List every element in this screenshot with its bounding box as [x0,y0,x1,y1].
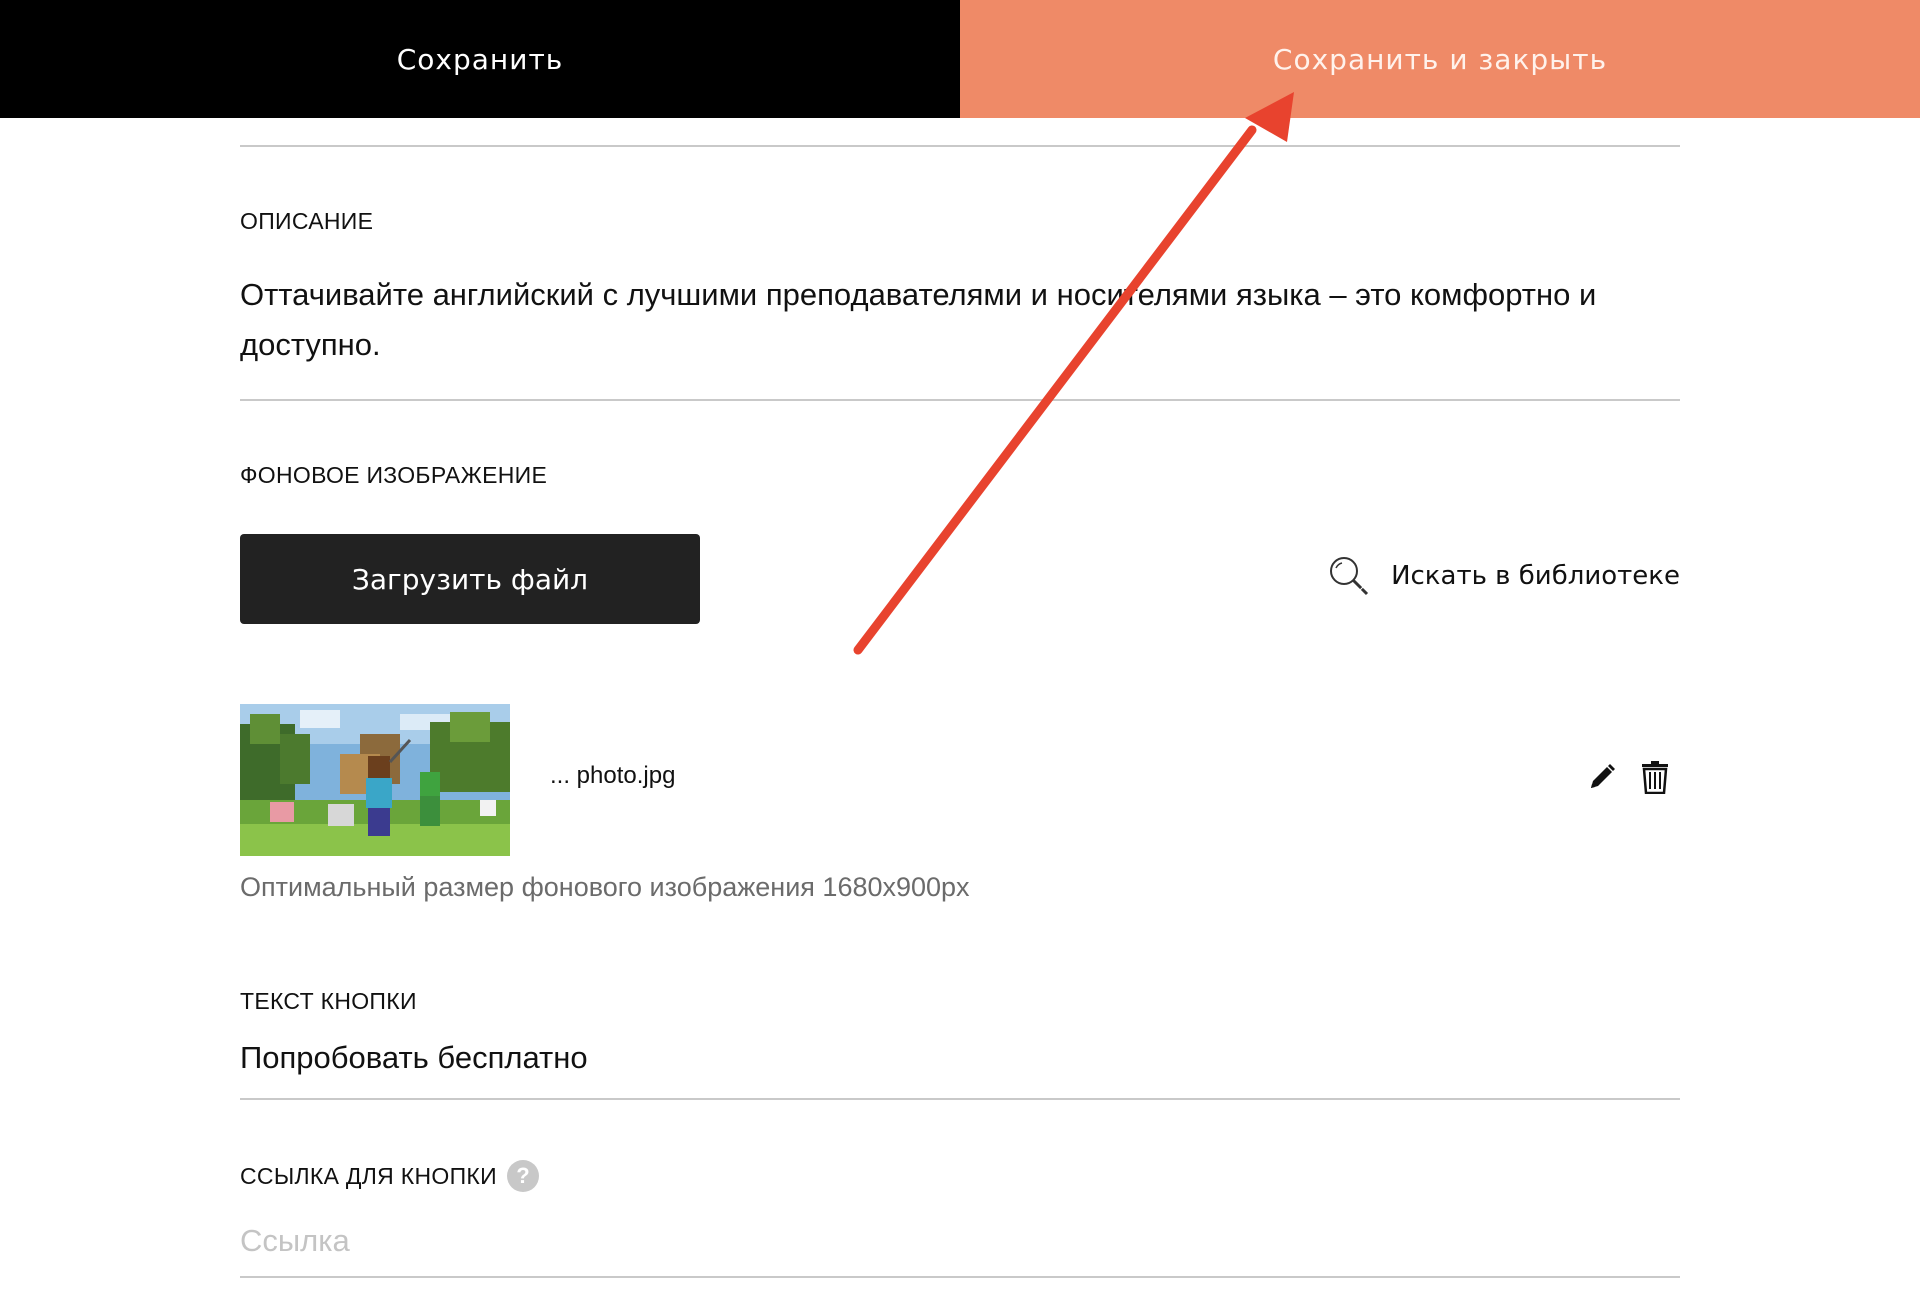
image-size-hint: Оптимальный размер фонового изображения … [240,872,970,902]
upload-file-button[interactable]: Загрузить файл [240,534,700,624]
divider [240,399,1680,401]
save-and-close-button[interactable]: Сохранить и закрыть [960,0,1920,118]
search-library-link[interactable]: Искать в библиотеке [1327,554,1680,598]
background-image-label: ФОНОВОЕ ИЗОБРАЖЕНИЕ [240,462,548,488]
divider [240,145,1680,147]
button-link-label: ССЫЛКА ДЛЯ КНОПКИ [240,1162,497,1189]
search-icon [1327,554,1371,598]
search-library-label: Искать в библиотеке [1391,561,1680,591]
button-text-field[interactable]: Попробовать бесплатно [240,1040,588,1076]
uploaded-file-row: ... photo.jpg [240,704,1680,856]
help-icon[interactable]: ? [506,1160,539,1192]
pencil-icon[interactable] [1586,761,1618,798]
description-label: ОПИСАНИЕ [240,208,374,234]
trash-icon[interactable] [1640,760,1670,799]
description-text[interactable]: Оттачивайте английский с лучшими препода… [240,270,1680,370]
divider [240,1098,1680,1100]
save-button[interactable]: Сохранить [0,0,960,118]
top-toolbar: Сохранить Сохранить и закрыть [0,0,1922,118]
button-link-input[interactable] [240,1216,1680,1266]
divider [240,1276,1680,1278]
button-text-label: ТЕКСТ КНОПКИ [240,988,417,1014]
file-actions [1586,760,1670,799]
image-thumbnail [240,704,510,856]
file-name: ... photo.jpg [550,762,676,789]
